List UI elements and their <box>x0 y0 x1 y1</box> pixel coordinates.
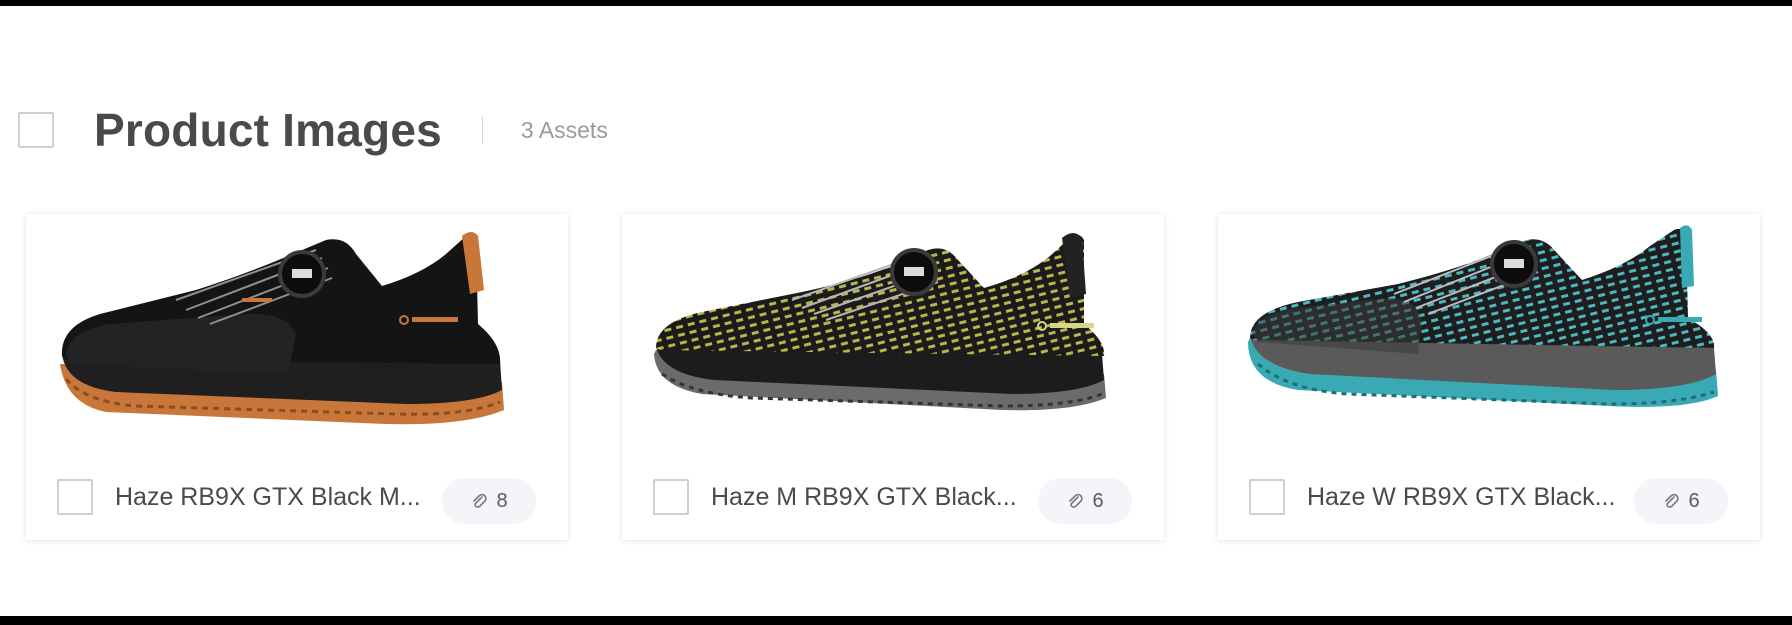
paperclip-icon <box>1665 493 1680 508</box>
paperclip-icon <box>1069 493 1084 508</box>
paperclip-icon <box>473 493 488 508</box>
section-header: Product Images 3 Assets <box>18 102 608 158</box>
header-divider <box>481 116 483 144</box>
asset-card[interactable]: Haze W RB9X GTX Black... 6 <box>1218 214 1760 540</box>
asset-thumbnail[interactable] <box>622 214 1164 452</box>
section-title: Product Images <box>94 104 442 156</box>
attachment-badge[interactable]: 6 <box>1634 478 1728 524</box>
black-shoe-teal-pattern-icon <box>1248 225 1718 407</box>
asset-name[interactable]: Haze M RB9X GTX Black... <box>711 483 1027 512</box>
asset-grid: Haze RB9X GTX Black M... 8 Haze M RB9X G… <box>26 214 1760 540</box>
asset-name[interactable]: Haze RB9X GTX Black M... <box>115 483 431 512</box>
asset-thumbnail[interactable] <box>1218 214 1760 452</box>
black-shoe-orange-sole-icon <box>60 232 504 425</box>
asset-count: 3 Assets <box>520 116 608 143</box>
select-all-checkbox[interactable] <box>18 112 54 148</box>
asset-card-footer: Haze M RB9X GTX Black... 6 <box>622 454 1164 540</box>
black-shoe-yellow-pattern-icon <box>654 233 1106 411</box>
asset-card[interactable]: Haze M RB9X GTX Black... 6 <box>622 214 1164 540</box>
asset-section: Product Images 3 Assets Haze RB9X GTX Bl… <box>0 6 1792 616</box>
attachment-badge[interactable]: 6 <box>1038 478 1132 524</box>
attachment-badge[interactable]: 8 <box>442 478 536 524</box>
asset-name[interactable]: Haze W RB9X GTX Black... <box>1307 483 1623 512</box>
attachment-count: 6 <box>1688 489 1700 512</box>
asset-checkbox[interactable] <box>653 479 689 515</box>
asset-thumbnail[interactable] <box>26 214 568 452</box>
asset-card-footer: Haze W RB9X GTX Black... 6 <box>1218 454 1760 540</box>
attachment-count: 8 <box>496 489 508 512</box>
attachment-count: 6 <box>1092 489 1104 512</box>
asset-checkbox[interactable] <box>57 479 93 515</box>
asset-card-footer: Haze RB9X GTX Black M... 8 <box>26 454 568 540</box>
asset-checkbox[interactable] <box>1249 479 1285 515</box>
asset-card[interactable]: Haze RB9X GTX Black M... 8 <box>26 214 568 540</box>
